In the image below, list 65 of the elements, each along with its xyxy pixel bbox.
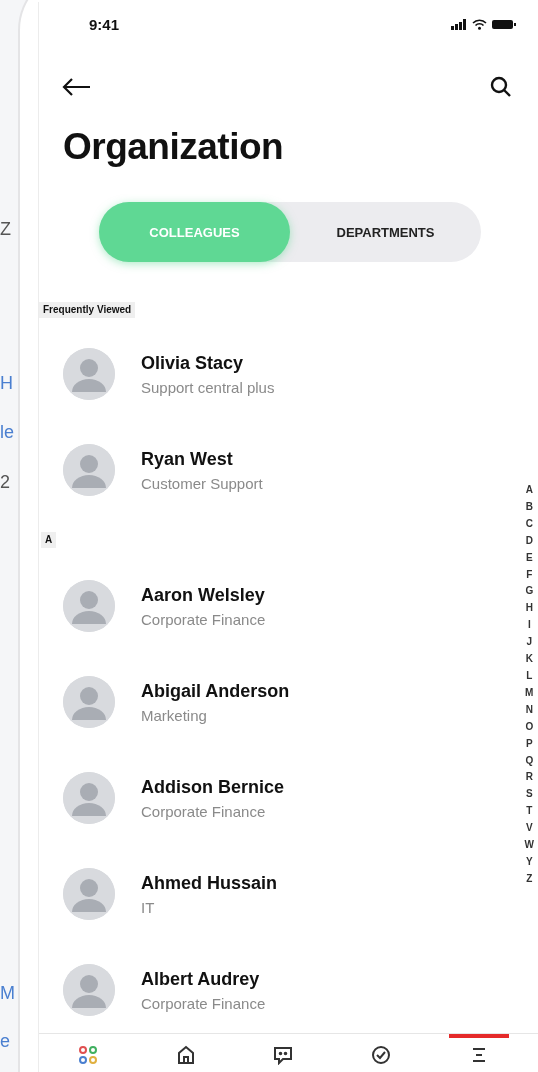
avatar-icon bbox=[63, 444, 115, 496]
index-letter[interactable]: K bbox=[525, 651, 533, 668]
tab[interactable]: DEPARTMENTS bbox=[290, 202, 481, 262]
avatar-icon bbox=[63, 676, 115, 728]
contact-name: Addison Bernice bbox=[141, 776, 285, 798]
index-letter[interactable]: I bbox=[527, 617, 531, 635]
status-time: 9:41 bbox=[89, 15, 120, 33]
contact-department: Marketing bbox=[141, 706, 208, 724]
contact-name: Ahmed Hussain bbox=[141, 872, 278, 894]
background-text: le bbox=[0, 421, 14, 443]
index-letter[interactable]: P bbox=[525, 735, 533, 753]
contact-department: Customer Support bbox=[141, 474, 263, 492]
index-letter[interactable]: M bbox=[525, 684, 534, 702]
index-letter[interactable]: Z bbox=[526, 870, 533, 888]
section-label: A bbox=[41, 532, 57, 548]
background-text: Z bbox=[0, 218, 11, 240]
index-letter[interactable]: E bbox=[525, 549, 533, 567]
avatar-icon bbox=[63, 772, 115, 824]
home-icon bbox=[175, 1045, 196, 1065]
contact-name: Aaron Welsley bbox=[141, 584, 266, 606]
index-letter[interactable]: Q bbox=[525, 752, 534, 770]
avatar-icon bbox=[63, 348, 115, 400]
background-text: H bbox=[0, 372, 13, 394]
contact-department: Support central plus bbox=[141, 378, 275, 396]
app-grid-icon bbox=[77, 1045, 98, 1065]
index-letter[interactable]: N bbox=[525, 701, 533, 719]
index-letter[interactable]: J bbox=[526, 634, 533, 652]
index-letter[interactable]: C bbox=[525, 515, 533, 533]
index-letter[interactable]: B bbox=[525, 498, 533, 516]
index-letter[interactable]: L bbox=[526, 667, 533, 685]
background-text: M bbox=[0, 982, 15, 1004]
chat-icon bbox=[273, 1045, 294, 1065]
index-letter[interactable]: F bbox=[526, 566, 533, 584]
index-letter[interactable]: V bbox=[525, 820, 533, 838]
background-text: e bbox=[0, 1030, 10, 1052]
signal-icon bbox=[451, 18, 467, 30]
avatar-icon bbox=[63, 964, 115, 1016]
back-arrow-icon[interactable] bbox=[61, 77, 91, 97]
index-letter[interactable]: D bbox=[525, 532, 533, 550]
battery-icon bbox=[492, 18, 516, 30]
contact-name: Abigail Anderson bbox=[141, 680, 290, 702]
contact-name: Albert Audrey bbox=[141, 968, 261, 990]
index-letter[interactable]: T bbox=[526, 803, 533, 821]
background-text: 2 bbox=[0, 471, 10, 493]
index-letter[interactable]: O bbox=[525, 718, 534, 736]
index-letter[interactable]: W bbox=[524, 837, 534, 854]
contact-name: Ryan West bbox=[141, 448, 234, 470]
page-title: Organization bbox=[63, 125, 285, 169]
contact-department: Corporate Finance bbox=[141, 610, 266, 628]
index-letter[interactable]: R bbox=[525, 769, 533, 787]
index-letter[interactable]: A bbox=[525, 482, 533, 499]
index-letter[interactable]: G bbox=[525, 583, 534, 601]
index-letter[interactable]: Y bbox=[525, 853, 533, 871]
index-letter[interactable]: H bbox=[525, 600, 533, 618]
search-icon[interactable] bbox=[490, 76, 512, 98]
contact-name: Olivia Stacy bbox=[141, 352, 245, 374]
avatar-icon bbox=[63, 580, 115, 632]
check-circle-icon bbox=[371, 1045, 392, 1065]
wifi-icon bbox=[472, 18, 487, 30]
contact-department: Corporate Finance bbox=[141, 802, 267, 820]
avatar-icon bbox=[63, 868, 115, 920]
index-letter[interactable]: S bbox=[525, 786, 533, 804]
contact-department: Corporate Finance bbox=[141, 994, 266, 1012]
section-label: Frequently Viewed bbox=[39, 302, 136, 318]
contact-department: IT bbox=[141, 898, 156, 916]
